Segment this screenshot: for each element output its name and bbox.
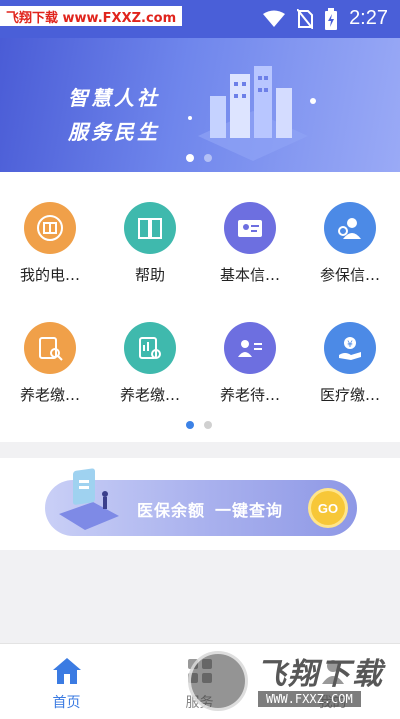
grid-page-indicator: [186, 421, 212, 429]
grid-item-electronic-social-card[interactable]: 我的电…: [0, 202, 100, 285]
watermark-logo-icon: [188, 651, 248, 711]
watermark-overlay: 飞翔下载 WWW.FXXZ.COM: [188, 647, 394, 715]
grid-page-dot: [204, 421, 212, 429]
svg-text:¥: ¥: [347, 340, 353, 350]
user-search-icon: [324, 202, 376, 254]
battery-icon: [325, 7, 338, 30]
grid-item-pension-benefits[interactable]: 养老待…: [200, 322, 300, 405]
wifi-icon: [263, 10, 286, 27]
grid-item-label: 帮助: [134, 266, 165, 284]
grid-item-label: 养老缴…: [19, 386, 80, 404]
banner-carousel[interactable]: 智慧人社 服务民生: [0, 38, 400, 172]
status-bar: 飞翔下载 www.FXXZ.com 2:27: [0, 0, 400, 38]
banner-dot: [204, 154, 212, 162]
yuan-hand-icon: ¥: [324, 322, 376, 374]
promo-text-balance: 医保余额: [137, 501, 206, 520]
person-list-icon: [224, 322, 276, 374]
promo-text: 医保余额 一键查询: [137, 497, 283, 521]
banner-dot-active: [186, 154, 194, 162]
grid-item-insurance-info[interactable]: 参保信…: [300, 202, 400, 285]
grid-item-medical-payment[interactable]: ¥ 医疗缴…: [300, 322, 400, 405]
smart-city-illustration: [188, 66, 316, 161]
status-icons: 2:27: [263, 7, 388, 30]
grid-item-label: 养老待…: [219, 386, 280, 404]
grid-item-pension-payment-2[interactable]: 养老缴…: [100, 322, 200, 405]
tab-home[interactable]: 首页: [0, 644, 133, 719]
banner-title: 智慧人社: [68, 86, 160, 110]
banner-indicator: [186, 154, 212, 162]
document-search-icon: [24, 322, 76, 374]
grid-item-help[interactable]: 帮助: [100, 202, 200, 285]
promo-section: 医保余额 一键查询 GO: [0, 458, 400, 550]
clock: 2:27: [349, 7, 388, 29]
grid-item-basic-info[interactable]: 基本信…: [200, 202, 300, 285]
grid-item-label: 医疗缴…: [319, 386, 380, 404]
id-card-icon: [224, 202, 276, 254]
watermark-name: 飞翔下载: [256, 657, 384, 692]
phone-person-illustration: [59, 468, 119, 530]
go-button[interactable]: GO: [311, 491, 345, 525]
watermark-label: 飞翔下载 www.FXXZ.com: [0, 6, 183, 26]
watermark-url: WWW.FXXZ.COM: [258, 691, 361, 707]
no-sim-icon: [297, 8, 314, 29]
chart-search-icon: [124, 322, 176, 374]
grid-item-pension-payment[interactable]: 养老缴…: [0, 322, 100, 405]
signature-seal-icon: [24, 202, 76, 254]
tab-label: 首页: [52, 695, 81, 711]
medical-balance-query-banner[interactable]: 医保余额 一键查询 GO: [45, 468, 357, 536]
promo-text-query: 一键查询: [215, 501, 284, 520]
grid-page-dot-active: [186, 421, 194, 429]
grid-item-label: 参保信…: [319, 266, 380, 284]
home-icon: [50, 654, 84, 688]
grid-item-label: 我的电…: [19, 266, 80, 284]
service-grid: 我的电… 帮助 基本信… 参保信… 养老缴… 养老缴… 养老待… ¥ 医疗缴…: [0, 172, 400, 442]
grid-item-label: 基本信…: [219, 266, 280, 284]
book-icon: [124, 202, 176, 254]
banner-subtitle: 服务民生: [68, 120, 160, 144]
grid-item-label: 养老缴…: [119, 386, 180, 404]
